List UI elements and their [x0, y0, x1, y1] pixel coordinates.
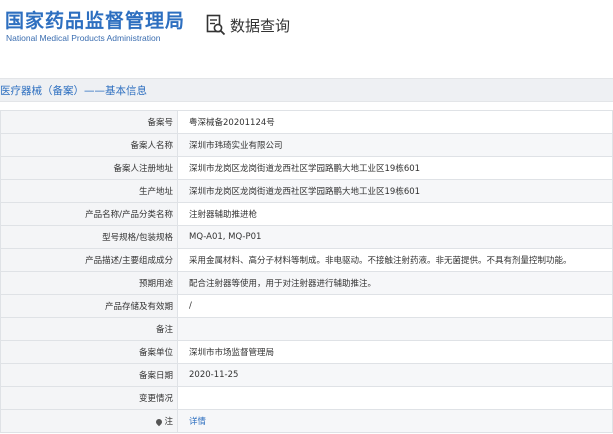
field-value: 详情: [177, 409, 613, 433]
table-row: 备案人注册地址 深圳市龙岗区龙岗街道龙西社区学园路鹏大地工业区19栋601: [0, 156, 613, 180]
table-row: 变更情况: [0, 386, 613, 410]
field-value: 采用金属材料、高分子材料等制成。非电驱动。不接触注射药液。非无菌提供。不具有剂量…: [177, 248, 613, 272]
data-query-label: 数据查询: [230, 16, 291, 35]
table-row: 型号规格/包装规格 MQ-A01, MQ-P01: [0, 225, 613, 249]
site-header: 国家药品监督管理局 National Medical Products Admi…: [0, 0, 613, 62]
location-pin-icon: [155, 417, 164, 426]
field-value: MQ-A01, MQ-P01: [177, 225, 613, 249]
field-label: 备注: [0, 317, 178, 341]
document-search-icon: [206, 14, 226, 36]
table-row: 预期用途 配合注射器等使用，用于对注射器进行辅助推注。: [0, 271, 613, 295]
table-row: 备案人名称 深圳市玮琦实业有限公司: [0, 133, 613, 157]
table-row: 备案单位 深圳市市场监督管理局: [0, 340, 613, 364]
table-row: 生产地址 深圳市龙岗区龙岗街道龙西社区学园路鹏大地工业区19栋601: [0, 179, 613, 203]
field-value: 深圳市市场监督管理局: [177, 340, 613, 364]
table-row: 产品名称/产品分类名称 注射器辅助推进枪: [0, 202, 613, 226]
field-label: 产品名称/产品分类名称: [0, 202, 178, 226]
site-subtitle: National Medical Products Administration: [6, 33, 161, 43]
field-label: 备案人名称: [0, 133, 178, 157]
field-value: [177, 317, 613, 341]
table-row: 备案号 粤深械备20201124号: [0, 110, 613, 134]
field-value: 粤深械备20201124号: [177, 110, 613, 134]
field-label: 备案日期: [0, 363, 178, 387]
field-label: 生产地址: [0, 179, 178, 203]
record-table: 备案号 粤深械备20201124号 备案人名称 深圳市玮琦实业有限公司 备案人注册地…: [0, 110, 613, 433]
table-row: 备注: [0, 317, 613, 341]
field-value: 深圳市玮琦实业有限公司: [177, 133, 613, 157]
table-row: 注 详情: [0, 409, 613, 433]
field-label: 型号规格/包装规格: [0, 225, 178, 249]
site-title: 国家药品监督管理局: [5, 10, 186, 32]
field-label: 变更情况: [0, 386, 178, 410]
details-link[interactable]: 详情: [189, 417, 206, 427]
field-value: [177, 386, 613, 410]
field-label: 备案号: [0, 110, 178, 134]
table-row: 产品描述/主要组成成分 采用金属材料、高分子材料等制成。非电驱动。不接触注射药液。…: [0, 248, 613, 272]
table-row: 产品存储及有效期 /: [0, 294, 613, 318]
field-value: 配合注射器等使用，用于对注射器进行辅助推注。: [177, 271, 613, 295]
field-label: 预期用途: [0, 271, 178, 295]
field-value: /: [177, 294, 613, 318]
field-value: 深圳市龙岗区龙岗街道龙西社区学园路鹏大地工业区19栋601: [177, 179, 613, 203]
breadcrumb: 医疗器械（备案）——基本信息: [0, 78, 613, 102]
field-label: 备案单位: [0, 340, 178, 364]
field-label: 产品描述/主要组成成分: [0, 248, 178, 272]
breadcrumb-text: 医疗器械（备案）——基本信息: [0, 85, 147, 97]
data-query-link[interactable]: 数据查询: [206, 14, 290, 36]
field-label: 备案人注册地址: [0, 156, 178, 180]
field-value: 注射器辅助推进枪: [177, 202, 613, 226]
field-label: 注: [0, 409, 178, 433]
table-row: 备案日期 2020-11-25: [0, 363, 613, 387]
field-value: 2020-11-25: [177, 363, 613, 387]
field-value: 深圳市龙岗区龙岗街道龙西社区学园路鹏大地工业区19栋601: [177, 156, 613, 180]
field-label: 产品存储及有效期: [0, 294, 178, 318]
note-label: 注: [164, 417, 173, 427]
